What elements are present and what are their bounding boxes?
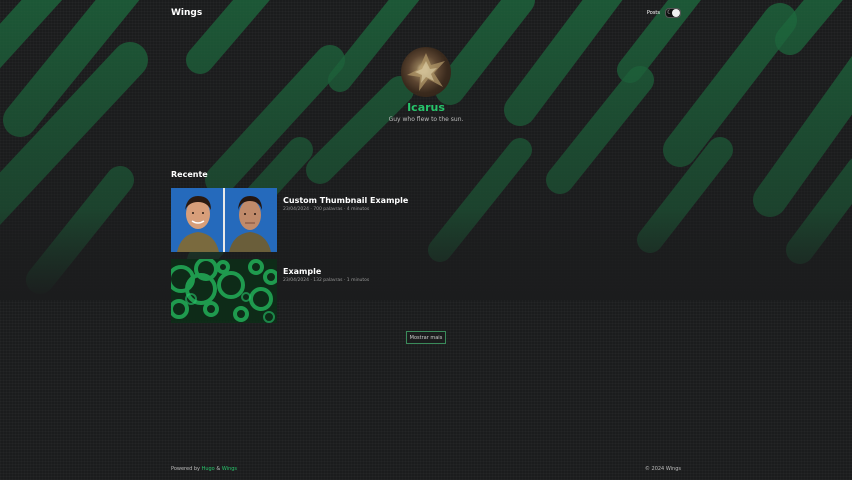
nav-posts-link[interactable]: Posts — [647, 10, 660, 16]
post-info: Example 23/04/2024 · 132 palavras · 1 mi… — [283, 259, 369, 323]
avatar — [401, 47, 451, 97]
copyright-text: © 2024 Wings — [644, 466, 681, 472]
powered-by-text: Powered by — [171, 466, 200, 472]
hugo-link[interactable]: Hugo — [202, 466, 215, 472]
post-meta: 23/04/2024 · 700 palavras · 4 minutos — [283, 207, 370, 212]
site-brand-link[interactable]: Wings — [171, 8, 202, 18]
footer-powered: Powered by Hugo & Wings — [171, 466, 237, 472]
recent-heading: Recente — [171, 170, 208, 179]
profile-section: Icarus Guy who flew to the sun. — [0, 47, 852, 123]
ampersand-text: & — [216, 466, 221, 472]
post-title-link[interactable]: Custom Thumbnail Example — [283, 196, 408, 205]
green-circles-thumbnail — [171, 259, 277, 323]
post-card[interactable]: Custom Thumbnail Example 23/04/2024 · 70… — [171, 188, 681, 252]
background-stripes — [0, 0, 852, 300]
avatar-painting-icon — [407, 53, 445, 91]
wings-theme-link[interactable]: Wings — [222, 466, 237, 472]
post-thumbnail[interactable] — [171, 188, 277, 252]
footer: Powered by Hugo & Wings © 2024 Wings — [171, 466, 681, 472]
top-navbar: Wings Posts ☾ — [171, 6, 681, 20]
nav-right-group: Posts ☾ — [647, 8, 681, 18]
post-card[interactable]: Example 23/04/2024 · 132 palavras · 1 mi… — [171, 259, 681, 323]
post-title-link[interactable]: Example — [283, 267, 369, 276]
post-meta: 23/04/2024 · 132 palavras · 1 minutos — [283, 278, 370, 283]
profile-name: Icarus — [407, 101, 445, 114]
two-portraits-thumbnail — [171, 188, 277, 252]
post-info: Custom Thumbnail Example 23/04/2024 · 70… — [283, 188, 408, 252]
toggle-knob — [672, 9, 680, 17]
profile-bio: Guy who flew to the sun. — [388, 116, 464, 123]
post-thumbnail[interactable] — [171, 259, 277, 323]
show-more-button[interactable]: Mostrar mais — [406, 331, 446, 344]
theme-toggle[interactable]: ☾ — [665, 8, 681, 18]
